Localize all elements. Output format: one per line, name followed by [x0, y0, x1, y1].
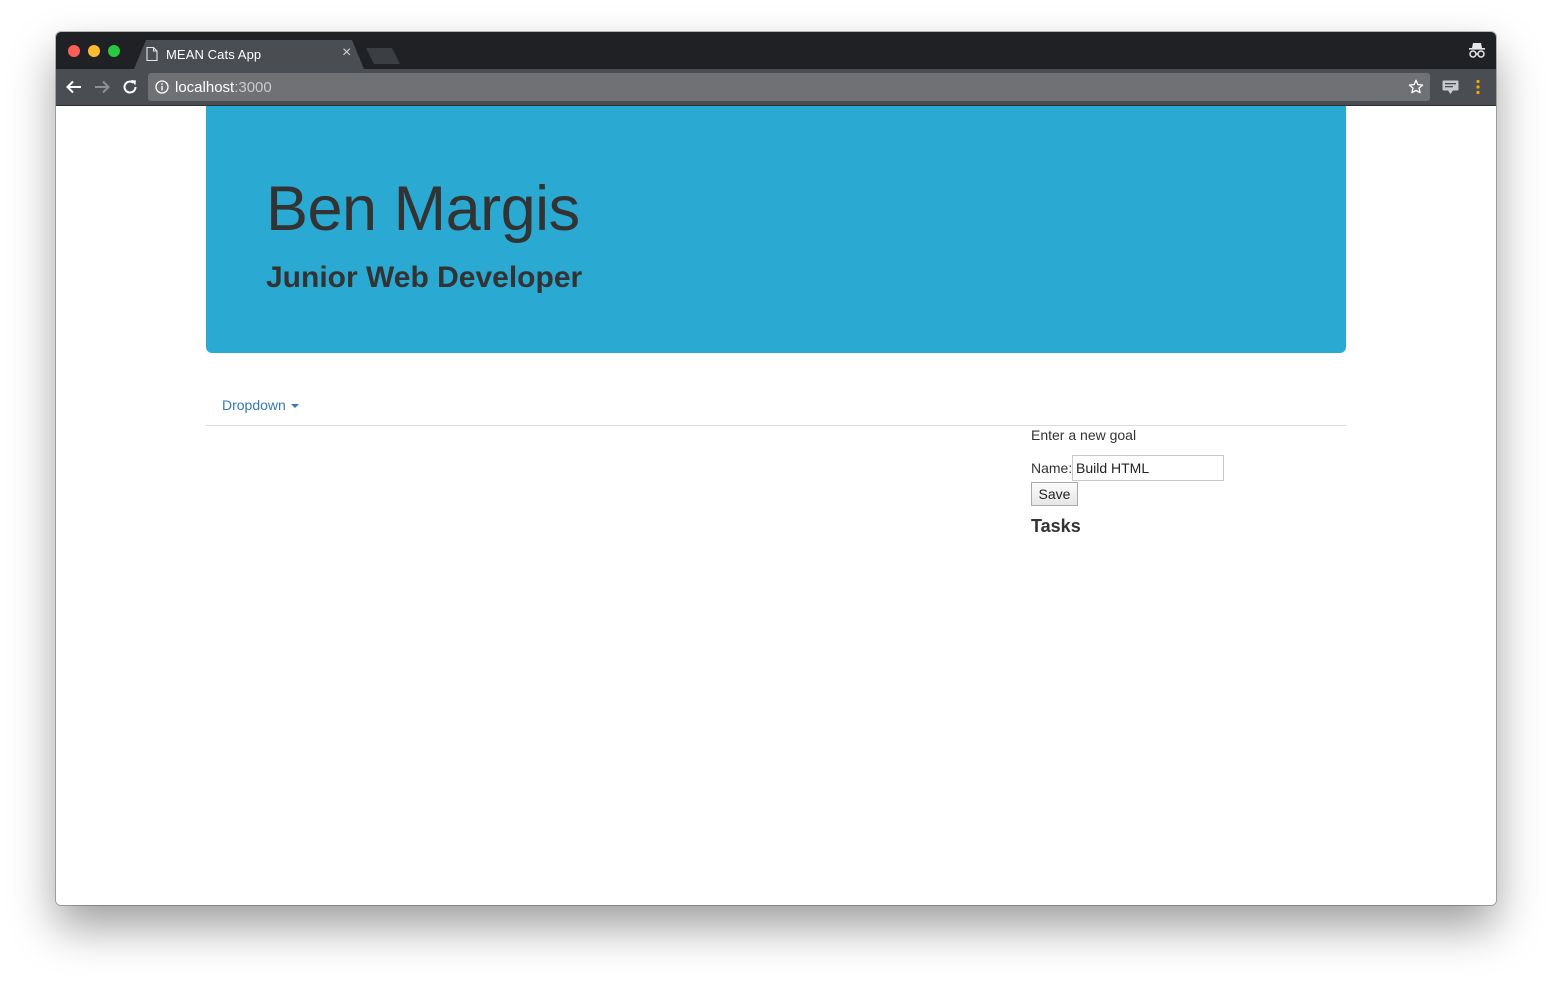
- caret-down-icon: [290, 404, 299, 409]
- page-viewport: Ben Margis Junior Web Developer Dropdown…: [56, 106, 1496, 905]
- address-bar[interactable]: localhost:3000: [148, 73, 1430, 101]
- incognito-icon: [1469, 43, 1485, 58]
- browser-toolbar: localhost:3000: [56, 69, 1496, 106]
- tab-strip: MEAN Cats App ×: [56, 32, 1496, 69]
- page-subtitle: Junior Web Developer: [266, 261, 583, 294]
- close-window-button[interactable]: [68, 45, 80, 57]
- url-text: localhost:3000: [175, 79, 272, 96]
- dropdown-label: Dropdown: [222, 397, 286, 413]
- new-tab-button[interactable]: [366, 48, 400, 64]
- dropdown-toggle[interactable]: Dropdown: [222, 397, 299, 413]
- goal-name-input[interactable]: [1072, 455, 1224, 481]
- save-button[interactable]: Save: [1031, 482, 1078, 506]
- tab-active[interactable]: MEAN Cats App ×: [134, 40, 364, 69]
- url-host: localhost: [175, 79, 235, 96]
- tasks-heading: Tasks: [1031, 516, 1081, 536]
- tab-close-icon[interactable]: ×: [342, 45, 351, 61]
- back-arrow-icon[interactable]: [65, 78, 83, 96]
- browser-window: MEAN Cats App × localhost:3000 Ben Margi…: [56, 32, 1496, 905]
- jumbotron: Ben Margis Junior Web Developer: [206, 106, 1346, 353]
- star-icon[interactable]: [1408, 79, 1424, 95]
- extension-icon[interactable]: [1442, 79, 1459, 95]
- name-label: Name:: [1031, 460, 1073, 476]
- page-title: Ben Margis: [266, 174, 580, 244]
- reload-icon[interactable]: [121, 78, 139, 96]
- tab-title: MEAN Cats App: [166, 47, 262, 62]
- forward-arrow-icon[interactable]: [93, 78, 111, 96]
- minimize-window-button[interactable]: [88, 45, 100, 57]
- kebab-menu-icon[interactable]: [1474, 79, 1482, 95]
- goal-form-heading: Enter a new goal: [1031, 427, 1137, 443]
- info-icon[interactable]: [155, 80, 169, 94]
- url-port: :3000: [234, 79, 272, 96]
- page-icon: [146, 47, 158, 61]
- maximize-window-button[interactable]: [108, 45, 120, 57]
- navbar: Dropdown: [206, 386, 1346, 426]
